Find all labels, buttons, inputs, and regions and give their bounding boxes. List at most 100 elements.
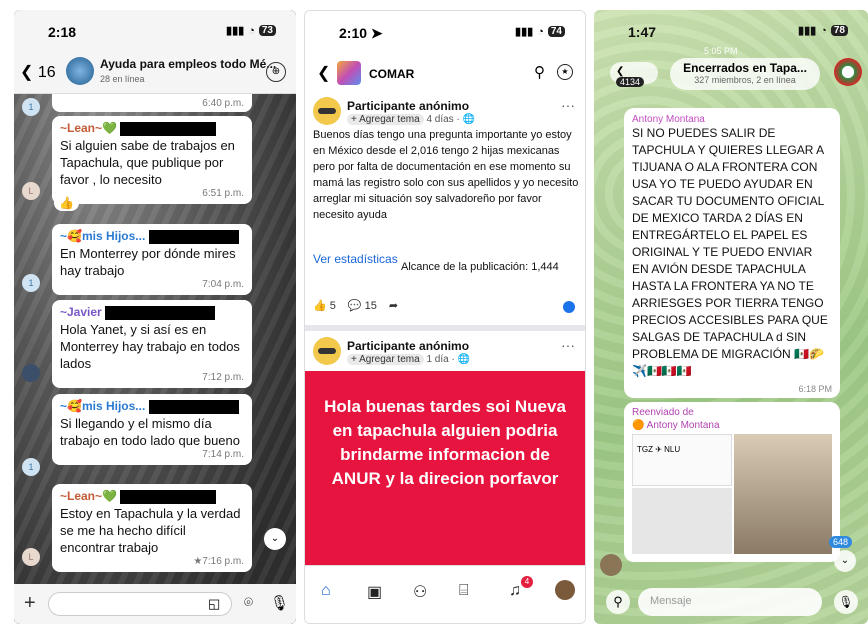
like-button[interactable]: 👍 5 <box>313 299 336 312</box>
signal-icon: ▮▮▮ <box>798 25 817 37</box>
battery-icon: 73 <box>258 25 276 36</box>
group-name[interactable]: COMAR <box>369 67 414 81</box>
message-sender[interactable]: Antony Montana <box>632 114 832 125</box>
forwarded-from[interactable]: 🟠 Antony Montana <box>632 419 832 432</box>
message-bubble: ~Lean~💚 Estoy en Tapachula y la verdad s… <box>52 484 252 572</box>
post-author[interactable]: Participante anónimo <box>347 339 469 353</box>
video-icon[interactable]: ▣ <box>367 582 382 602</box>
back-button[interactable]: ❮ <box>317 63 330 83</box>
scroll-down-button[interactable]: ⌄ <box>264 528 286 550</box>
notification-badge: 4 <box>521 576 533 588</box>
avatar[interactable] <box>600 554 622 576</box>
signal-icon: ▮▮▮ <box>226 25 245 37</box>
colored-post: Hola buenas tardes soi Nueva en tapachul… <box>305 371 585 567</box>
mic-icon[interactable]: 🎙 <box>834 590 858 614</box>
message-bubble: ~🥰mis Hijos... Si llegando y el mismo dí… <box>52 394 252 465</box>
post-text: Buenos días tengo una pregunta important… <box>313 129 579 221</box>
composer-bar: + ◱ ⌾ 🎙 <box>14 584 296 624</box>
reaction-icon <box>563 301 575 313</box>
scroll-down-button[interactable]: ⌄ <box>834 550 856 572</box>
status-bar: 2:18 ▮▮▮ ◔ 73 <box>14 10 296 50</box>
group-logo[interactable] <box>337 61 361 85</box>
message-text: En Monterrey por dónde mires hay trabajo <box>60 246 236 278</box>
paperclip-icon[interactable]: ⚲ <box>606 590 630 614</box>
chat-header: ❮ 16 Ayuda para empleos todo Mé... 28 en… <box>14 50 296 94</box>
battery-icon: 74 <box>547 26 565 37</box>
plus-icon[interactable]: + <box>24 592 36 615</box>
bell-icon[interactable]: ♫ <box>509 582 521 600</box>
avatar[interactable] <box>313 97 341 125</box>
profile-avatar[interactable] <box>555 580 575 600</box>
avatar[interactable]: L <box>22 548 40 566</box>
marketplace-icon[interactable]: ⌸ <box>459 582 469 600</box>
group-name: Encerrados en Tapa... <box>683 61 807 75</box>
groups-icon[interactable]: ⚇ <box>413 582 427 602</box>
group-name[interactable]: Ayuda para empleos todo Mé... <box>100 57 276 71</box>
whatsapp-screen: 2:18 ▮▮▮ ◔ 73 ❮ 16 Ayuda para empleos todo… <box>14 10 296 624</box>
signal-icon: ▮▮▮ <box>515 26 534 38</box>
bottom-nav: ⌂ ▣ ⚇ ⌸ ♫ 4 <box>305 565 585 623</box>
status-time: 2:18 <box>48 24 77 40</box>
message-bubble: 6:40 p.m. <box>52 94 252 112</box>
message-text: Si alguien sabe de trabajos en Tapachula… <box>60 138 235 187</box>
photo-thumbnail[interactable] <box>734 434 832 554</box>
message-input[interactable]: Mensaje <box>638 588 822 616</box>
back-button[interactable]: ❮ 4134 <box>610 62 658 87</box>
avatar[interactable] <box>313 337 341 365</box>
forwarded-label: Reenviado de <box>632 407 694 418</box>
add-topic-button[interactable]: + Agregar tema <box>347 114 424 125</box>
avatar[interactable]: 1 <box>22 274 40 292</box>
more-icon[interactable]: ··· <box>561 337 575 353</box>
avatar[interactable]: 1 <box>22 98 40 116</box>
online-count: 28 en línea <box>100 74 145 84</box>
forwarded-message[interactable]: Reenviado de 🟠 Antony Montana TGZ ✈ NLU <box>624 402 840 562</box>
composer-bar: ⚲ Mensaje 🎙 <box>594 580 868 624</box>
divider <box>305 325 585 331</box>
member-count: 327 miembros, 2 en línea <box>694 75 796 85</box>
avatar[interactable] <box>22 364 40 382</box>
add-topic-button[interactable]: + Agregar tema <box>347 354 424 365</box>
message-text: Si llegando y el mismo día trabajo en to… <box>60 416 240 448</box>
avatar[interactable]: 1 <box>22 458 40 476</box>
post-actions: 👍 5 💬 15 ➦ <box>313 299 398 312</box>
date-label: 5:05 PM <box>704 46 738 56</box>
comment-button[interactable]: 💬 15 <box>348 299 377 312</box>
camera-icon[interactable]: ⌾ <box>244 594 253 611</box>
post-meta: + Agregar tema 1 día · 🌐 <box>347 354 470 365</box>
post-meta: + Agregar tema 4 días · 🌐 <box>347 114 475 125</box>
share-icon[interactable]: ➦ <box>389 299 398 312</box>
wifi-icon: ◔ <box>537 25 544 38</box>
message-input[interactable] <box>48 592 232 616</box>
group-header: ❮ COMAR ⚲ ★ <box>305 59 585 89</box>
message-time: 6:18 PM <box>798 384 832 394</box>
call-icon[interactable]: ⊕ <box>266 62 286 82</box>
status-time: 1:47 <box>628 24 657 40</box>
status-time: 2:10 ➤ <box>339 25 383 41</box>
message-bubble: ~🥰mis Hijos... En Monterrey por dónde mi… <box>52 224 252 295</box>
search-icon[interactable]: ⚲ <box>534 63 545 81</box>
message-text: Hola Yanet, y si así es en Monterrey hay… <box>60 322 240 371</box>
ticket-image[interactable]: TGZ ✈ NLU <box>632 434 732 486</box>
wifi-icon: ◔ <box>820 24 827 37</box>
sticker-icon[interactable]: ◱ <box>208 596 220 612</box>
message-text: Estoy en Tapachula y la verdad se me ha … <box>60 506 241 555</box>
status-bar: 2:10 ➤ ▮▮▮ ◔ 74 <box>305 11 585 51</box>
mic-icon[interactable]: 🎙 <box>270 594 289 612</box>
shield-icon[interactable]: ★ <box>557 64 573 80</box>
wifi-icon: ◔ <box>248 24 255 37</box>
view-stats-link[interactable]: Ver estadísticas <box>313 251 403 267</box>
more-icon[interactable]: ··· <box>561 97 575 113</box>
group-title-pill[interactable]: Encerrados en Tapa... 327 miembros, 2 en… <box>670 58 820 90</box>
reaction-badge[interactable]: 👍 <box>54 195 79 211</box>
post-author[interactable]: Participante anónimo <box>347 99 469 113</box>
message-bubble: Antony Montana SI NO PUEDES SALIR DE TAP… <box>624 108 840 398</box>
facebook-screen: 2:10 ➤ ▮▮▮ ◔ 74 ❮ COMAR ⚲ ★ Participante a… <box>304 10 586 624</box>
avatar[interactable]: L <box>22 182 40 200</box>
back-button[interactable]: ❮ 16 <box>20 62 56 82</box>
group-avatar[interactable] <box>834 58 862 86</box>
battery-icon: 78 <box>830 25 848 36</box>
group-avatar[interactable] <box>66 57 94 85</box>
telegram-screen: 1:47 ▮▮▮ ◔ 78 5:05 PM ❮ 4134 Encerrados en… <box>594 10 868 624</box>
home-icon[interactable]: ⌂ <box>321 582 331 600</box>
photo-thumbnail[interactable] <box>632 488 732 554</box>
